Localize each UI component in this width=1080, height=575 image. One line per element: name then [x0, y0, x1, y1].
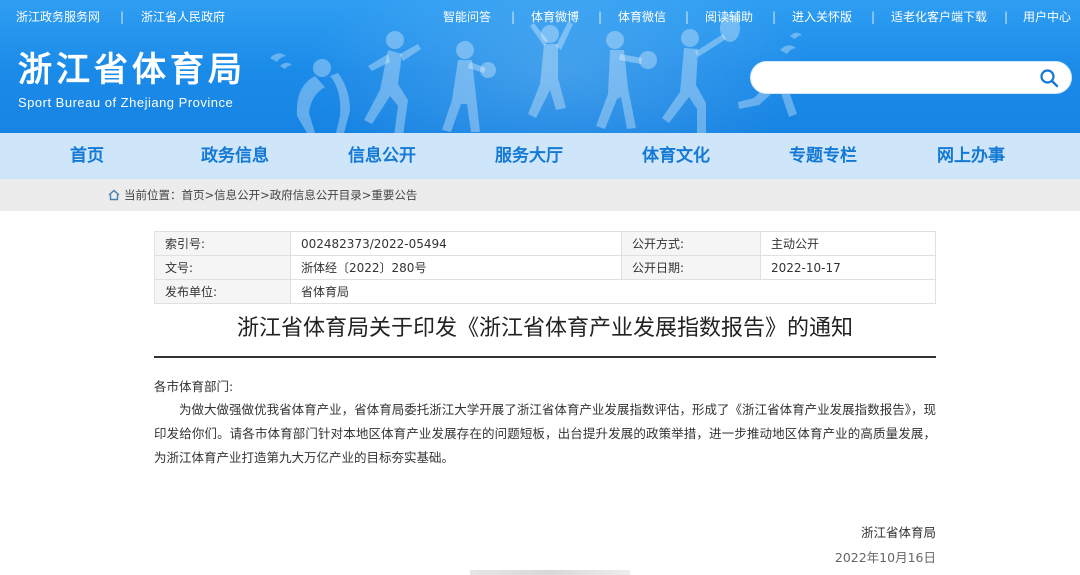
breadcrumb: 当前位置：首页>信息公开>政府信息公开目录>重要公告 [108, 179, 417, 211]
info-label: 公开方式: [621, 231, 761, 256]
link-reading-aid[interactable]: 阅读辅助 [705, 8, 753, 26]
nav-item-service-hall[interactable]: 服务大厅 [495, 133, 563, 179]
breadcrumb-separator: > [361, 188, 372, 202]
breadcrumb-separator: > [260, 188, 270, 202]
header-banner: 浙江政务服务网 | 浙江省人民政府 智能问答 | 体育微博 | 体育微信 | 阅… [0, 0, 1080, 133]
nav-item-special-topics[interactable]: 专题专栏 [789, 133, 857, 179]
document-info-table: 索引号: 002482373/2022-05494 公开方式: 主动公开 文号:… [154, 231, 936, 304]
nav-item-sports-culture[interactable]: 体育文化 [642, 133, 710, 179]
table-row: 文号: 浙体经〔2022〕280号 公开日期: 2022-10-17 [154, 255, 936, 280]
info-value: 省体育局 [290, 279, 936, 304]
nav-item-home[interactable]: 首页 [70, 133, 104, 179]
nav-item-government-info[interactable]: 政务信息 [201, 133, 269, 179]
link-zj-gov[interactable]: 浙江省人民政府 [141, 8, 225, 26]
table-row: 索引号: 002482373/2022-05494 公开方式: 主动公开 [154, 231, 936, 256]
table-row: 发布单位: 省体育局 [154, 279, 936, 304]
home-icon [108, 189, 120, 200]
article-body: 为做大做强做优我省体育产业，省体育局委托浙江大学开展了浙江省体育产业发展指数评估… [154, 402, 936, 465]
breadcrumb-separator: > [204, 188, 215, 202]
article-date: 2022年10月16日 [834, 550, 936, 565]
search-icon[interactable] [1039, 68, 1059, 88]
athletes-silhouette-graphic [270, 14, 802, 133]
main-nav: 首页 政务信息 信息公开 服务大厅 体育文化 专题专栏 网上办事 [0, 133, 1080, 179]
link-wechat[interactable]: 体育微信 [618, 8, 666, 26]
top-utility-bar: 浙江政务服务网 | 浙江省人民政府 智能问答 | 体育微博 | 体育微信 | 阅… [0, 8, 1080, 26]
site-title[interactable]: 浙江省体育局 [18, 50, 246, 90]
link-smart-qa[interactable]: 智能问答 [443, 8, 491, 26]
separator: | [120, 10, 125, 24]
info-value: 主动公开 [760, 231, 936, 256]
link-zjzwfw[interactable]: 浙江政务服务网 [16, 8, 100, 26]
article-salutation: 各市体育部门: [154, 379, 234, 394]
breadcrumb-home[interactable]: 首页 [182, 188, 205, 202]
link-weibo[interactable]: 体育微博 [531, 8, 579, 26]
breadcrumb-prefix: 当前位置： [124, 188, 182, 202]
nav-item-online-services[interactable]: 网上办事 [937, 133, 1005, 179]
link-care-version[interactable]: 进入关怀版 [792, 8, 852, 26]
breadcrumb-bar: 当前位置：首页>信息公开>政府信息公开目录>重要公告 [0, 179, 1080, 211]
info-label: 公开日期: [621, 255, 761, 280]
info-label: 发布单位: [154, 279, 291, 304]
search-input[interactable] [765, 68, 1015, 88]
info-value: 2022-10-17 [760, 255, 936, 280]
separator: | [871, 10, 876, 24]
site-subtitle: Sport Bureau of Zhejiang Province [18, 95, 234, 110]
info-value: 浙体经〔2022〕280号 [290, 255, 622, 280]
info-label: 索引号: [154, 231, 291, 256]
separator: | [772, 10, 777, 24]
link-user-center[interactable]: 用户中心 [1023, 8, 1071, 26]
link-elderly-app[interactable]: 适老化客户端下载 [891, 8, 987, 26]
separator: | [598, 10, 603, 24]
title-divider [154, 356, 936, 358]
info-value: 002482373/2022-05494 [290, 231, 622, 256]
separator: | [685, 10, 690, 24]
nav-item-info-disclosure[interactable]: 信息公开 [348, 133, 416, 179]
search-box [750, 61, 1072, 94]
separator: | [511, 10, 516, 24]
info-label: 文号: [154, 255, 291, 280]
article-title: 浙江省体育局关于印发《浙江省体育产业发展指数报告》的通知 [236, 316, 853, 341]
separator: | [1004, 10, 1009, 24]
breadcrumb-catalog[interactable]: 政府信息公开目录 [270, 188, 362, 202]
article-signature: 浙江省体育局 [860, 525, 936, 540]
breadcrumb-info-disclosure[interactable]: 信息公开 [214, 188, 260, 202]
breadcrumb-announcements[interactable]: 重要公告 [371, 188, 417, 202]
cut-off-content [470, 570, 630, 575]
